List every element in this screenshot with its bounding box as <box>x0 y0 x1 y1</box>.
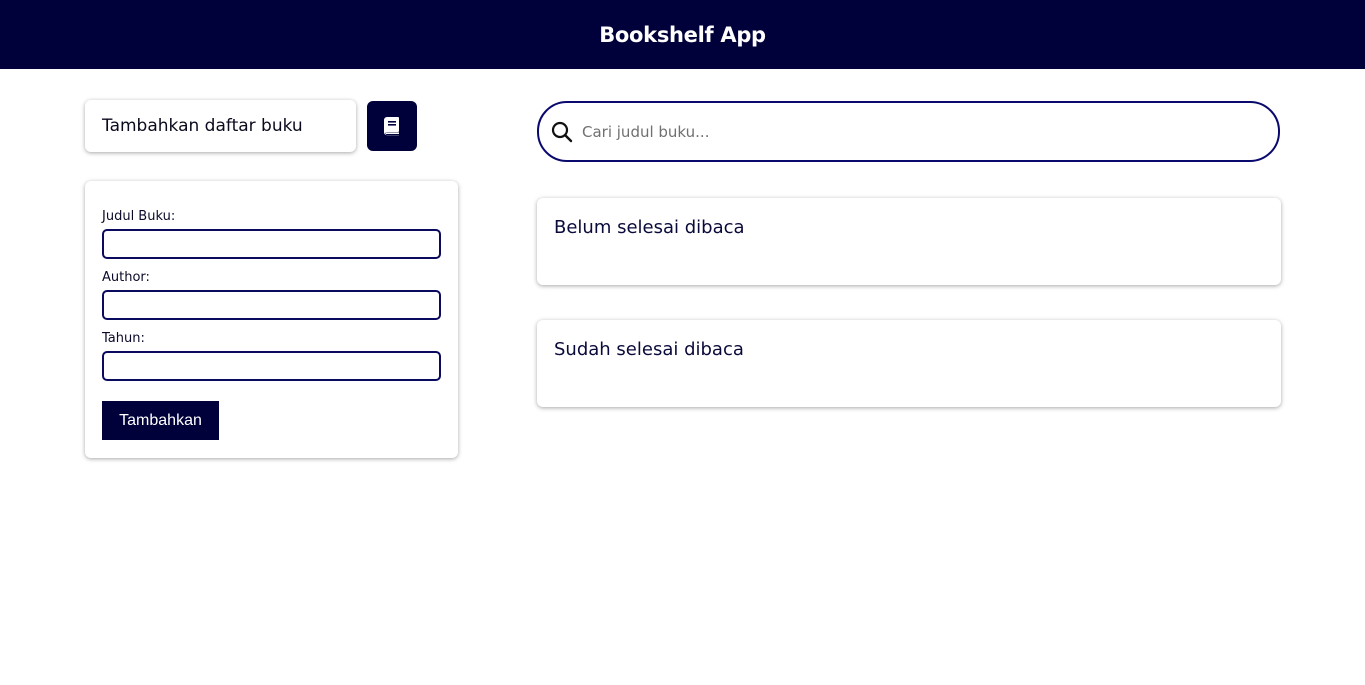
year-input[interactable] <box>102 351 441 381</box>
search-icon <box>551 121 573 142</box>
app-title: Bookshelf App <box>599 22 766 47</box>
add-book-form: Judul Buku: Author: Tahun: Tambahkan <box>85 181 458 458</box>
author-label: Author: <box>102 270 150 285</box>
title-input[interactable] <box>102 229 441 259</box>
submit-book-button[interactable]: Tambahkan <box>102 401 219 440</box>
search-input[interactable] <box>582 111 1278 152</box>
app-header: Bookshelf App <box>0 0 1365 69</box>
unread-shelf-title: Belum selesai dibaca <box>554 217 745 238</box>
title-label: Judul Buku: <box>102 209 176 224</box>
add-book-button[interactable] <box>367 101 417 151</box>
add-book-toggle-label: Tambahkan daftar buku <box>102 116 303 136</box>
year-label: Tahun: <box>102 331 145 346</box>
add-book-toggle-card[interactable]: Tambahkan daftar buku <box>85 100 356 152</box>
author-input[interactable] <box>102 290 441 320</box>
book-icon <box>384 117 399 136</box>
read-shelf-title: Sudah selesai dibaca <box>554 339 744 360</box>
unread-shelf: Belum selesai dibaca <box>537 198 1281 285</box>
read-shelf: Sudah selesai dibaca <box>537 320 1281 407</box>
search-bar <box>537 101 1280 162</box>
